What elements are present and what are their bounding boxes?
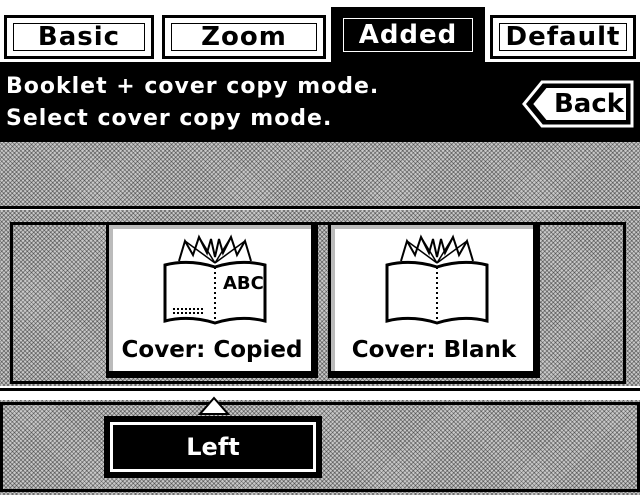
open-book-blank-icon <box>385 234 489 325</box>
cover-blank-label: Cover: Blank <box>351 337 517 363</box>
tab-zoom[interactable]: Zoom <box>162 15 326 59</box>
background-band <box>0 142 640 207</box>
tab-label: Zoom <box>201 22 287 52</box>
divider <box>0 388 640 391</box>
left-position-button[interactable]: Left <box>104 416 322 478</box>
cover-mode-panel <box>0 210 640 386</box>
tab-added[interactable]: Added <box>331 7 485 63</box>
svg-text:ABC: ABC <box>223 273 264 294</box>
copier-screen: Basic Zoom Added Default Booklet + cover… <box>0 0 640 495</box>
tab-basic[interactable]: Basic <box>4 15 154 59</box>
cover-copied-button[interactable]: ABC Cover: Copied <box>106 222 318 378</box>
tab-label: Added <box>358 20 458 50</box>
open-book-abc-icon: ABC <box>163 234 267 325</box>
tab-label: Default <box>505 22 621 52</box>
tab-bar: Basic Zoom Added Default <box>0 0 640 63</box>
message-line-2: Select cover copy mode. <box>6 106 333 131</box>
divider <box>0 206 640 209</box>
message-line-1: Booklet + cover copy mode. <box>6 74 380 99</box>
cover-copied-label: Cover: Copied <box>121 337 303 363</box>
back-button[interactable]: Back <box>522 80 634 128</box>
tab-default[interactable]: Default <box>490 15 636 59</box>
left-position-label: Left <box>186 433 240 461</box>
back-button-label: Back <box>553 89 625 119</box>
tab-label: Basic <box>37 22 121 52</box>
triangle-marker-icon <box>198 396 230 415</box>
cover-blank-button[interactable]: Cover: Blank <box>328 222 540 378</box>
